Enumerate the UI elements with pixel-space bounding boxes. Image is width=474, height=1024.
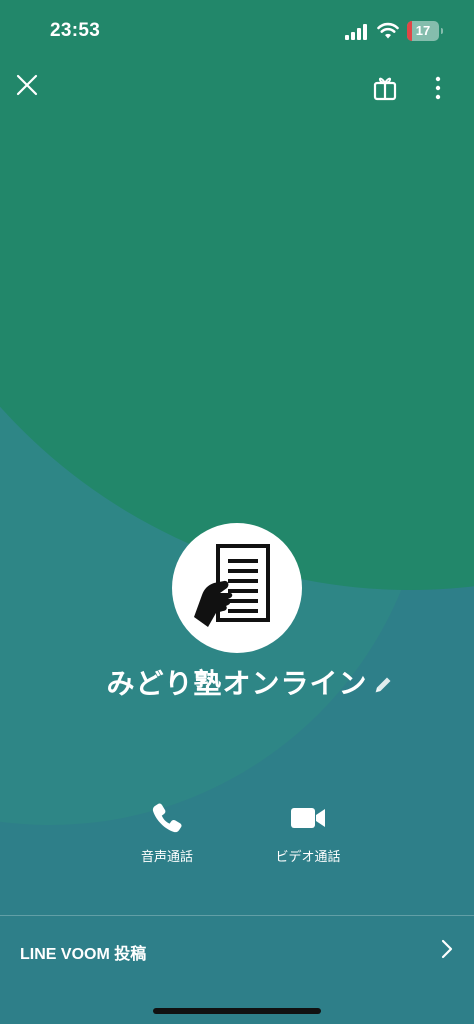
profile-name-row: みどり塾オンライン (0, 662, 474, 702)
voice-call-button[interactable]: 音声通話 (107, 800, 227, 865)
profile-name: みどり塾オンライン (106, 668, 368, 699)
line-voom-posts-row[interactable]: LINE VOOM 投稿 (0, 916, 474, 982)
video-call-label: ビデオ通話 (275, 849, 341, 864)
chevron-right-icon (441, 939, 453, 959)
phone-icon (152, 803, 182, 833)
document-hand-icon (194, 544, 270, 627)
home-indicator (153, 1008, 321, 1014)
wifi-icon (377, 22, 399, 39)
status-time: 23:53 (50, 20, 101, 41)
battery-level: 17 (415, 23, 431, 38)
more-options-icon[interactable] (428, 74, 448, 102)
close-icon[interactable] (14, 72, 40, 98)
voice-call-label: 音声通話 (140, 849, 193, 864)
battery-icon: 17 (407, 21, 443, 41)
video-camera-icon (291, 808, 325, 828)
background (0, 0, 474, 1024)
cellular-signal-icon (345, 24, 369, 40)
line-voom-label: LINE VOOM 投稿 (20, 946, 147, 963)
edit-pencil-icon[interactable] (372, 674, 394, 696)
status-bar: 23:53 17 (0, 0, 474, 64)
video-call-button[interactable]: ビデオ通話 (248, 800, 368, 865)
gift-icon[interactable] (372, 74, 398, 102)
avatar[interactable] (172, 523, 302, 653)
